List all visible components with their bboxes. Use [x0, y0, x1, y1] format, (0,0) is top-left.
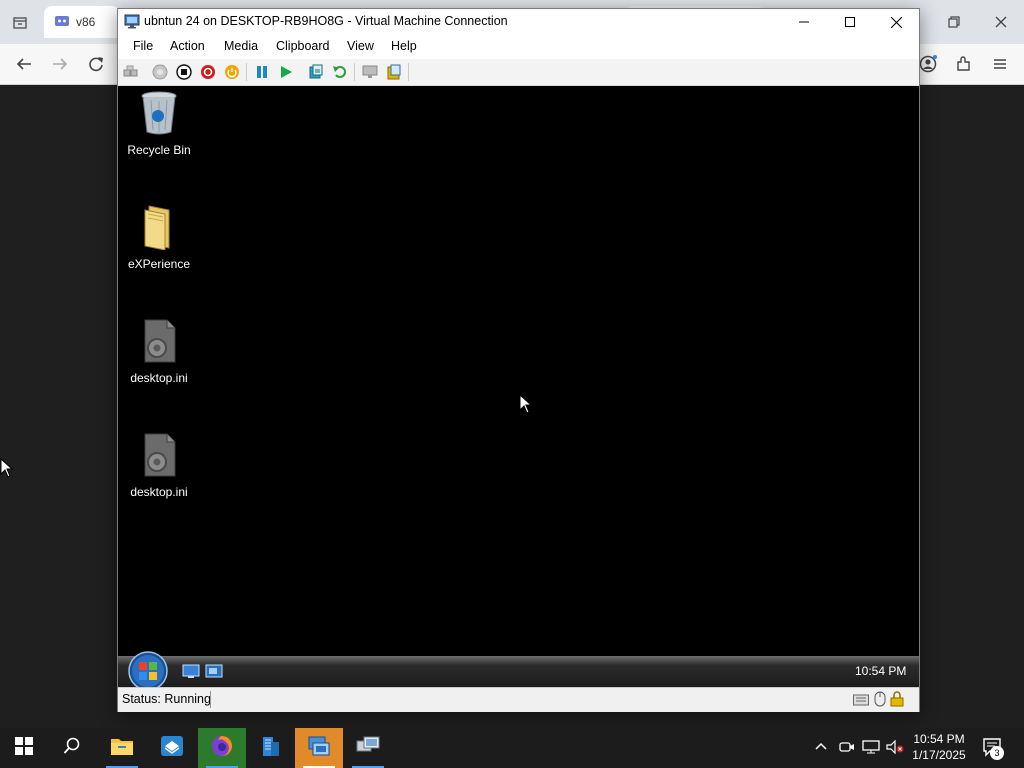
desktop-icon-label: eXPerience [127, 257, 191, 271]
desktop-icon-label: desktop.ini [130, 485, 188, 499]
file-explorer-icon [110, 736, 134, 761]
menu-action[interactable]: Action [170, 39, 205, 53]
desktop-icon-experience[interactable]: eXPerience [118, 204, 200, 271]
network-icon[interactable] [862, 740, 880, 759]
menu-view[interactable]: View [347, 39, 374, 53]
tab-favicon-icon [54, 13, 70, 32]
browser-tab-v86[interactable]: v86 [44, 6, 120, 38]
menu-help[interactable]: Help [391, 39, 417, 53]
volume-muted-icon[interactable] [886, 739, 904, 759]
guest-clock: 10:54 PM [855, 664, 907, 678]
menu-file[interactable]: File [133, 39, 153, 53]
extensions-icon[interactable] [946, 46, 982, 82]
close-button[interactable] [873, 9, 919, 35]
resume-icon[interactable] [278, 64, 294, 80]
checkpoint-icon[interactable] [308, 64, 324, 80]
taskbar-building-app[interactable] [246, 728, 294, 768]
desktop-icon-desktop-ini-1[interactable]: desktop.ini [118, 318, 200, 385]
vm-toolbar [118, 59, 919, 86]
building-icon [259, 735, 281, 762]
host-taskbar: 10:54 PM 1/17/2025 3 [0, 728, 1024, 768]
desktop-icon-recycle-bin[interactable]: Recycle Bin [118, 90, 200, 157]
restore-window-icon[interactable] [936, 4, 972, 40]
meet-now-icon[interactable] [839, 740, 855, 759]
start-button[interactable] [0, 728, 48, 768]
vm-monitor-icon [124, 14, 140, 34]
pause-icon[interactable] [254, 64, 270, 80]
host-time: 10:54 PM [913, 732, 965, 746]
taskbar-firefox[interactable] [198, 728, 246, 768]
mouse-icon [874, 691, 886, 712]
shut-down-icon[interactable] [200, 64, 216, 80]
forward-arrow-icon[interactable] [42, 46, 78, 82]
turn-off-icon[interactable] [176, 64, 192, 80]
taskbar-app-store[interactable] [148, 728, 196, 768]
search-button[interactable] [48, 728, 96, 768]
host-date: 1/17/2025 [912, 748, 966, 762]
vm-window-title: ubntun 24 on DESKTOP-RB9HO8G - Virtual M… [144, 14, 508, 28]
guest-cursor-icon [519, 393, 533, 419]
vm-connection-window: ubntun 24 on DESKTOP-RB9HO8G - Virtual M… [117, 8, 920, 712]
settings-file-icon [139, 433, 179, 481]
guest-start-orb-icon[interactable] [127, 650, 169, 687]
hyperv-manager-icon [307, 735, 331, 762]
tab-label: v86 [76, 15, 96, 29]
start-vm-icon[interactable] [152, 64, 168, 80]
guest-show-desktop-icon[interactable] [182, 664, 200, 684]
lock-icon [890, 691, 904, 712]
maximize-button[interactable] [827, 9, 873, 35]
revert-icon[interactable] [332, 64, 348, 80]
ctrl-alt-del-icon[interactable] [123, 64, 139, 80]
menu-clipboard[interactable]: Clipboard [276, 39, 330, 53]
desktop-icon-desktop-ini-2[interactable]: desktop.ini [118, 432, 200, 499]
vm-connection-icon [356, 735, 380, 762]
vm-status-text: Status: Running [122, 692, 211, 706]
store-icon [160, 735, 184, 762]
folder-icon [139, 205, 179, 253]
vm-titlebar[interactable]: ubntun 24 on DESKTOP-RB9HO8G - Virtual M… [118, 9, 919, 35]
taskbar-vm-connection[interactable] [344, 728, 392, 768]
reload-icon[interactable] [78, 46, 114, 82]
close-browser-icon[interactable] [983, 4, 1019, 40]
firefox-icon [210, 734, 234, 763]
windows-logo-icon [15, 736, 33, 760]
settings-file-icon [139, 319, 179, 367]
desktop-icon-label: desktop.ini [130, 371, 188, 385]
taskbar-file-explorer[interactable] [98, 728, 146, 768]
show-hidden-icons-chevron-icon[interactable] [814, 740, 828, 759]
vm-guest-screen[interactable]: Recycle Bin eXPerience desktop.ini deskt… [118, 86, 919, 687]
host-clock[interactable]: 10:54 PM 1/17/2025 [908, 731, 970, 763]
recycle-bin-icon [139, 91, 179, 139]
notification-center-icon[interactable]: 3 [982, 737, 1004, 764]
notification-count-badge: 3 [990, 746, 1004, 760]
enhanced-session-icon[interactable] [362, 64, 378, 80]
guest-switch-windows-icon[interactable] [205, 664, 223, 684]
search-icon [63, 737, 81, 760]
guest-taskbar: 10:54 PM [118, 651, 919, 687]
save-state-icon[interactable] [224, 64, 240, 80]
vm-statusbar: Status: Running [118, 687, 919, 712]
menu-icon[interactable] [982, 46, 1018, 82]
vm-menubar: File Action Media Clipboard View Help [118, 35, 919, 59]
menu-media[interactable]: Media [224, 39, 258, 53]
back-arrow-icon[interactable] [6, 46, 42, 82]
taskbar-hyperv-manager[interactable] [295, 728, 343, 768]
host-cursor-icon [0, 457, 14, 483]
keyboard-icon [853, 693, 869, 711]
minimize-button[interactable] [781, 9, 827, 35]
desktop-icon-label: Recycle Bin [127, 143, 191, 157]
share-icon[interactable] [386, 64, 402, 80]
tab-actions-icon[interactable] [2, 4, 38, 40]
